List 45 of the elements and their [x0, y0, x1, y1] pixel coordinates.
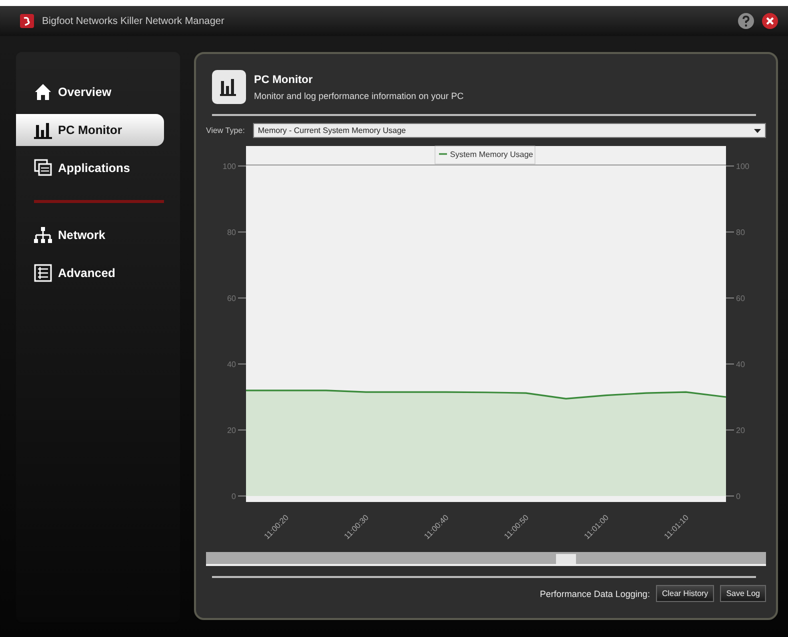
y-axis-tick: 80 [726, 228, 745, 237]
home-icon [34, 83, 52, 101]
window-title: Bigfoot Networks Killer Network Manager [42, 16, 224, 26]
network-icon [34, 226, 52, 244]
view-type-dropdown[interactable]: Memory - Current System Memory Usage [252, 123, 766, 138]
close-icon[interactable] [762, 13, 778, 29]
y-tick-label: 0 [232, 492, 237, 501]
y-tick-label: 100 [222, 162, 237, 171]
view-type-label: View Type: [206, 126, 245, 135]
y-axis-tick: 60 [227, 294, 246, 303]
y-tick-label: 20 [227, 426, 237, 435]
y-axis-tick: 60 [726, 294, 745, 303]
legend-label: System Memory Usage [450, 150, 534, 159]
chart-legend: System Memory Usage [434, 146, 536, 164]
y-axis-tick: 100 [726, 162, 750, 171]
caret-icon [754, 128, 761, 132]
y-axis-tick: 80 [227, 228, 246, 237]
help-icon[interactable] [738, 13, 754, 29]
y-axis-tick: 40 [227, 360, 246, 369]
scrollbar-thumb[interactable] [556, 554, 576, 564]
y-axis-tick: 0 [726, 492, 740, 501]
y-axis-tick: 40 [726, 360, 745, 369]
bar-chart-icon [34, 121, 52, 139]
list-icon [34, 264, 52, 282]
page-subtitle: Monitor and log performance information on your PC [254, 90, 464, 100]
bar-chart-icon [212, 70, 246, 104]
windows-icon [34, 159, 52, 177]
y-tick-label: 40 [227, 360, 237, 369]
y-axis-tick: 0 [232, 492, 246, 501]
y-tick-label: 80 [227, 228, 237, 237]
app-logo-icon [20, 14, 34, 28]
chart-scrollbar[interactable] [206, 552, 766, 566]
y-axis-tick: 20 [227, 426, 246, 435]
log-button[interactable]: Clear History [656, 585, 714, 602]
sidebar-item[interactable]: Applications [16, 152, 164, 184]
log-button[interactable]: Save Log [720, 585, 766, 602]
y-axis-tick: 100 [222, 162, 246, 171]
y-tick-label: 60 [227, 294, 237, 303]
sidebar-item[interactable]: Overview [16, 76, 164, 108]
y-axis-tick: 20 [726, 426, 745, 435]
page-title: PC Monitor [254, 74, 314, 86]
sidebar-item[interactable]: Advanced [16, 257, 164, 289]
sidebar-item[interactable]: PC Monitor [16, 114, 164, 146]
logging-label: Performance Data Logging: [540, 588, 650, 598]
sidebar-item[interactable]: Network [16, 219, 164, 251]
